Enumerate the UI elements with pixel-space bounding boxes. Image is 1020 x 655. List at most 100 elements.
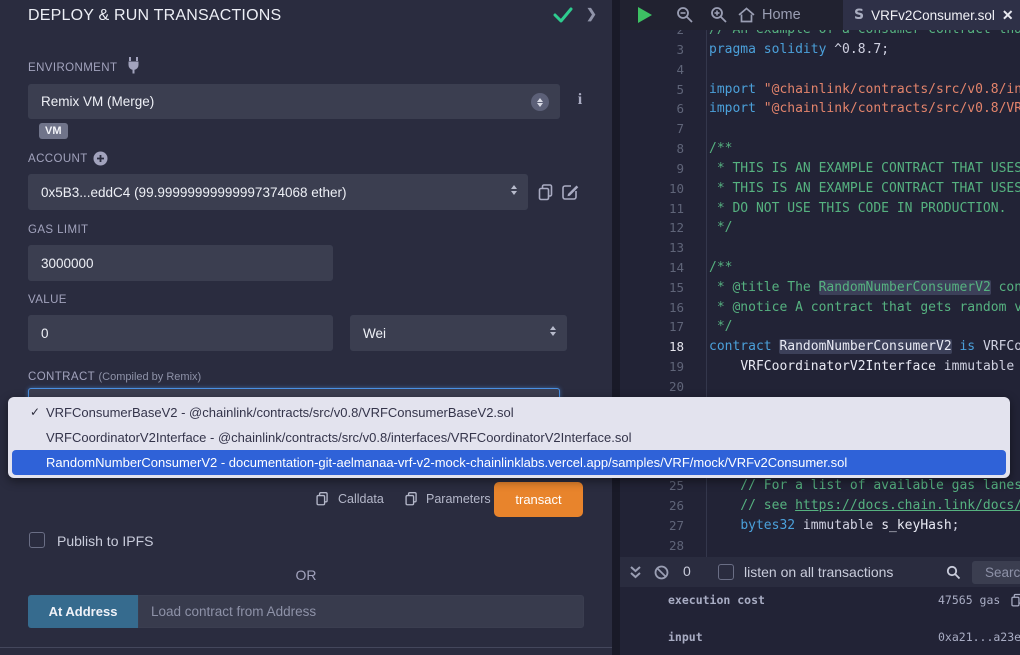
code-line[interactable]: 11 * DO NOT USE THIS CODE IN PRODUCTION. (620, 199, 1020, 219)
code-line[interactable]: 9 * THIS IS AN EXAMPLE CONTRACT THAT USE… (620, 159, 1020, 179)
code-text: // An example of a consumer contract tha (709, 30, 1020, 40)
code-line[interactable]: 20 (620, 377, 1020, 397)
terminal-row-key: input (668, 630, 703, 644)
line-number: 18 (620, 337, 684, 357)
code-line[interactable]: 28 (620, 536, 1020, 556)
code-line[interactable]: 13 (620, 238, 1020, 258)
environment-value: Remix VM (Merge) (41, 94, 154, 109)
deploy-run-panel: DEPLOY & RUN TRANSACTIONS ❯ ENVIRONMENT … (0, 0, 612, 655)
tab-active-file[interactable]: S VRFv2Consumer.sol ✕ (843, 0, 1020, 30)
code-line[interactable]: 7 (620, 119, 1020, 139)
code-line[interactable]: 5 import "@chainlink/contracts/src/v0.8/i… (620, 80, 1020, 100)
line-number: 10 (620, 179, 684, 199)
line-number: 8 (620, 139, 684, 159)
contract-option[interactable]: ✓VRFConsumerBaseV2 - @chainlink/contract… (12, 400, 1006, 425)
at-address-input[interactable] (138, 595, 584, 628)
copy-parameters-icon[interactable] (404, 491, 419, 506)
environment-select[interactable]: Remix VM (Merge) (28, 84, 560, 119)
calldata-label[interactable]: Calldata (338, 492, 384, 506)
gas-limit-label: GAS LIMIT (28, 224, 88, 236)
line-number: 7 (620, 119, 684, 139)
terminal-row: execution cost47565 gas (620, 593, 1020, 609)
tab-home[interactable]: Home (738, 0, 801, 30)
code-line[interactable]: 6import "@chainlink/contracts/src/v0.8/V… (620, 99, 1020, 119)
publish-ipfs-checkbox[interactable] (29, 532, 45, 548)
code-line[interactable]: 17 */ (620, 317, 1020, 337)
terminal-collapse-icon[interactable] (628, 565, 643, 580)
editor-tabbar: Home S VRFv2Consumer.sol ✕ (620, 0, 1020, 30)
terminal-row-key: execution cost (668, 593, 765, 607)
plug-icon[interactable] (126, 57, 141, 74)
listen-transactions-checkbox[interactable] (718, 564, 734, 580)
line-number: 6 (620, 99, 684, 119)
code-text: /** (709, 258, 732, 278)
code-line[interactable]: 18contract RandomNumberConsumerV2 is VRF… (620, 337, 1020, 357)
select-arrows-icon[interactable] (550, 326, 556, 336)
line-number: 13 (620, 238, 684, 258)
close-tab-icon[interactable]: ✕ (1002, 7, 1014, 24)
run-script-play-icon[interactable] (638, 7, 652, 23)
code-line[interactable]: 27 bytes32 immutable s_keyHash; (620, 516, 1020, 536)
terminal-search-input[interactable] (972, 561, 1020, 584)
code-text: pragma solidity ^0.8.7; (709, 40, 889, 60)
code-line[interactable]: 4 (620, 60, 1020, 80)
account-value: 0x5B3...eddC4 (99.99999999999997374068 e… (41, 185, 347, 200)
zoom-out-icon[interactable] (676, 6, 694, 24)
code-line[interactable]: 26 // see https://docs.chain.link/docs/ (620, 496, 1020, 516)
line-number: 3 (620, 40, 684, 60)
parameters-label[interactable]: Parameters (426, 492, 491, 506)
line-number: 28 (620, 536, 684, 556)
code-line[interactable]: 8/** (620, 139, 1020, 159)
code-text: * DO NOT USE THIS CODE IN PRODUCTION. (709, 199, 1006, 219)
option-check-icon: ✓ (30, 400, 46, 425)
code-line[interactable]: 16 * @notice A contract that gets random… (620, 298, 1020, 318)
search-icon (946, 565, 961, 580)
code-line[interactable]: 15 * @title The RandomNumberConsumerV2 c… (620, 278, 1020, 298)
transact-button[interactable]: transact (494, 482, 583, 517)
home-tab-label: Home (762, 7, 801, 23)
clear-console-icon[interactable] (654, 565, 669, 580)
select-spinner-icon[interactable] (531, 93, 549, 111)
copy-calldata-icon[interactable] (315, 491, 330, 506)
code-text: * THIS IS AN EXAMPLE CONTRACT THAT USES (709, 179, 1020, 199)
panel-title: DEPLOY & RUN TRANSACTIONS (28, 7, 281, 25)
add-account-icon[interactable] (93, 151, 108, 166)
publish-ipfs-label: Publish to IPFS (57, 533, 154, 549)
code-line[interactable]: 25 // For a list of available gas lanes (620, 476, 1020, 496)
value-unit: Wei (363, 326, 386, 341)
value-input[interactable] (28, 315, 333, 351)
value-label: VALUE (28, 294, 67, 306)
line-number: 2 (620, 30, 684, 40)
copy-value-icon[interactable] (1010, 593, 1020, 607)
code-text: * @notice A contract that gets random v (709, 298, 1020, 318)
line-number: 20 (620, 377, 684, 397)
zoom-in-icon[interactable] (710, 6, 728, 24)
code-line[interactable]: 10 * THIS IS AN EXAMPLE CONTRACT THAT US… (620, 179, 1020, 199)
line-number: 14 (620, 258, 684, 278)
code-text: import "@chainlink/contracts/src/v0.8/in (709, 80, 1020, 100)
line-number: 19 (620, 357, 684, 377)
sign-message-icon[interactable] (561, 183, 579, 201)
home-icon (738, 7, 755, 23)
select-arrows-icon[interactable] (511, 185, 517, 195)
line-number: 4 (620, 60, 684, 80)
code-line[interactable]: 3 pragma solidity ^0.8.7; (620, 40, 1020, 60)
environment-info-icon[interactable]: i (573, 91, 587, 111)
line-number: 12 (620, 218, 684, 238)
contract-option[interactable]: VRFCoordinatorV2Interface - @chainlink/c… (12, 425, 1006, 450)
line-number: 5 (620, 80, 684, 100)
code-line[interactable]: 2 // An example of a consumer contract th… (620, 30, 1020, 40)
or-label: OR (0, 567, 612, 583)
code-line[interactable]: 19 VRFCoordinatorV2Interface immutable (620, 357, 1020, 377)
at-address-button[interactable]: At Address (28, 595, 138, 628)
gas-limit-input[interactable] (28, 245, 333, 281)
value-unit-select[interactable]: Wei (350, 315, 567, 351)
panel-collapse-chevron-icon[interactable]: ❯ (586, 6, 597, 22)
code-line[interactable]: 12 */ (620, 218, 1020, 238)
copy-account-icon[interactable] (537, 183, 555, 201)
terminal-output[interactable]: execution cost47565 gasinput0xa21...a23e… (620, 587, 1020, 655)
account-select[interactable]: 0x5B3...eddC4 (99.99999999999997374068 e… (28, 174, 528, 210)
account-label: ACCOUNT (28, 153, 88, 165)
code-line[interactable]: 14 /** (620, 258, 1020, 278)
contract-option[interactable]: RandomNumberConsumerV2 - documentation-g… (12, 450, 1006, 475)
